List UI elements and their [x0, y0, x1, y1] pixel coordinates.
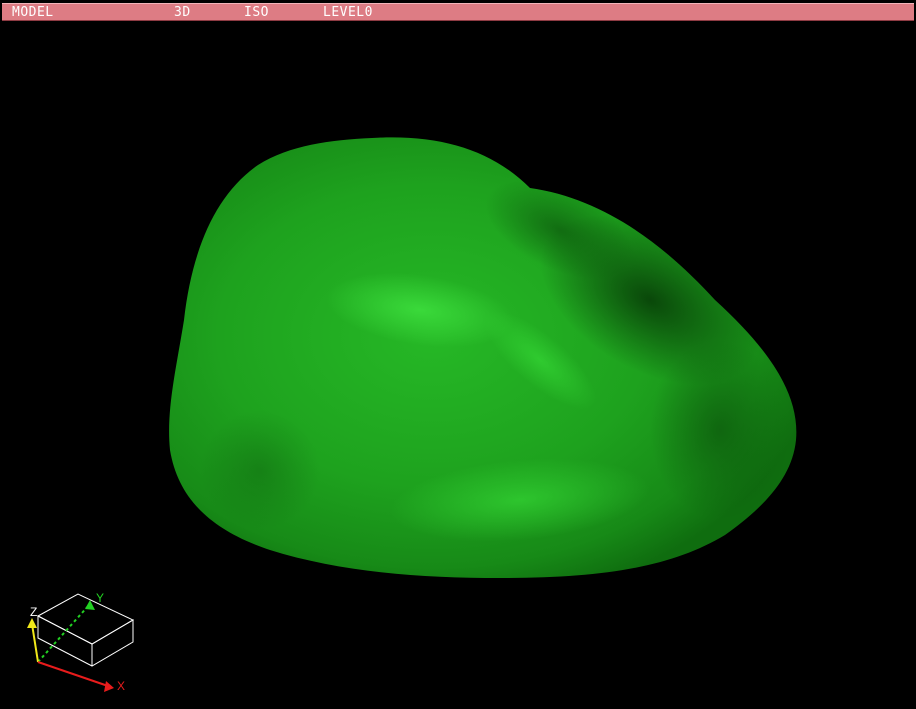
y-axis-line — [37, 603, 91, 663]
green-solid-model[interactable] — [169, 137, 797, 578]
x-axis-label: X — [117, 679, 125, 693]
x-axis-arrow-icon — [104, 681, 114, 692]
z-axis-label: Z — [30, 605, 37, 619]
x-axis-line — [37, 661, 109, 687]
triad-box — [36, 593, 135, 667]
z-axis-arrow-icon — [27, 618, 37, 628]
axis-triad: Y Z X — [27, 591, 135, 693]
z-axis-line — [31, 623, 39, 663]
y-axis-label: Y — [96, 591, 104, 605]
graphics-viewport[interactable]: MODEL 3D ISO LEVEL0 Y Z X — [0, 0, 916, 709]
